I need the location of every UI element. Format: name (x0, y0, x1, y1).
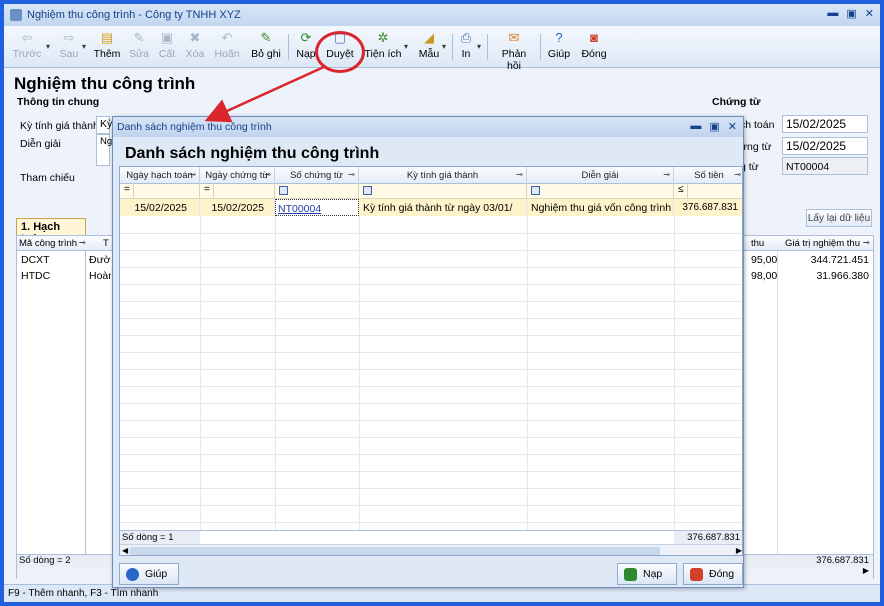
main-window: Nghiệm thu công trình - Công ty TNHH XYZ… (0, 0, 884, 606)
annotation-arrow (204, 64, 327, 123)
